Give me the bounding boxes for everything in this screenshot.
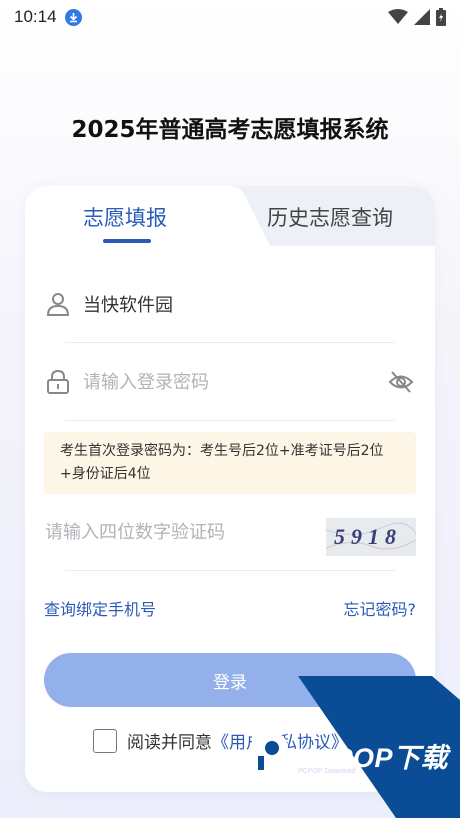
watermark-band	[298, 676, 460, 818]
watermark-sub: PCPOP Download	[298, 768, 356, 775]
pcpop-logo-icon	[252, 732, 288, 772]
watermark: PCPOP下载 PCPOP Download	[244, 726, 460, 818]
